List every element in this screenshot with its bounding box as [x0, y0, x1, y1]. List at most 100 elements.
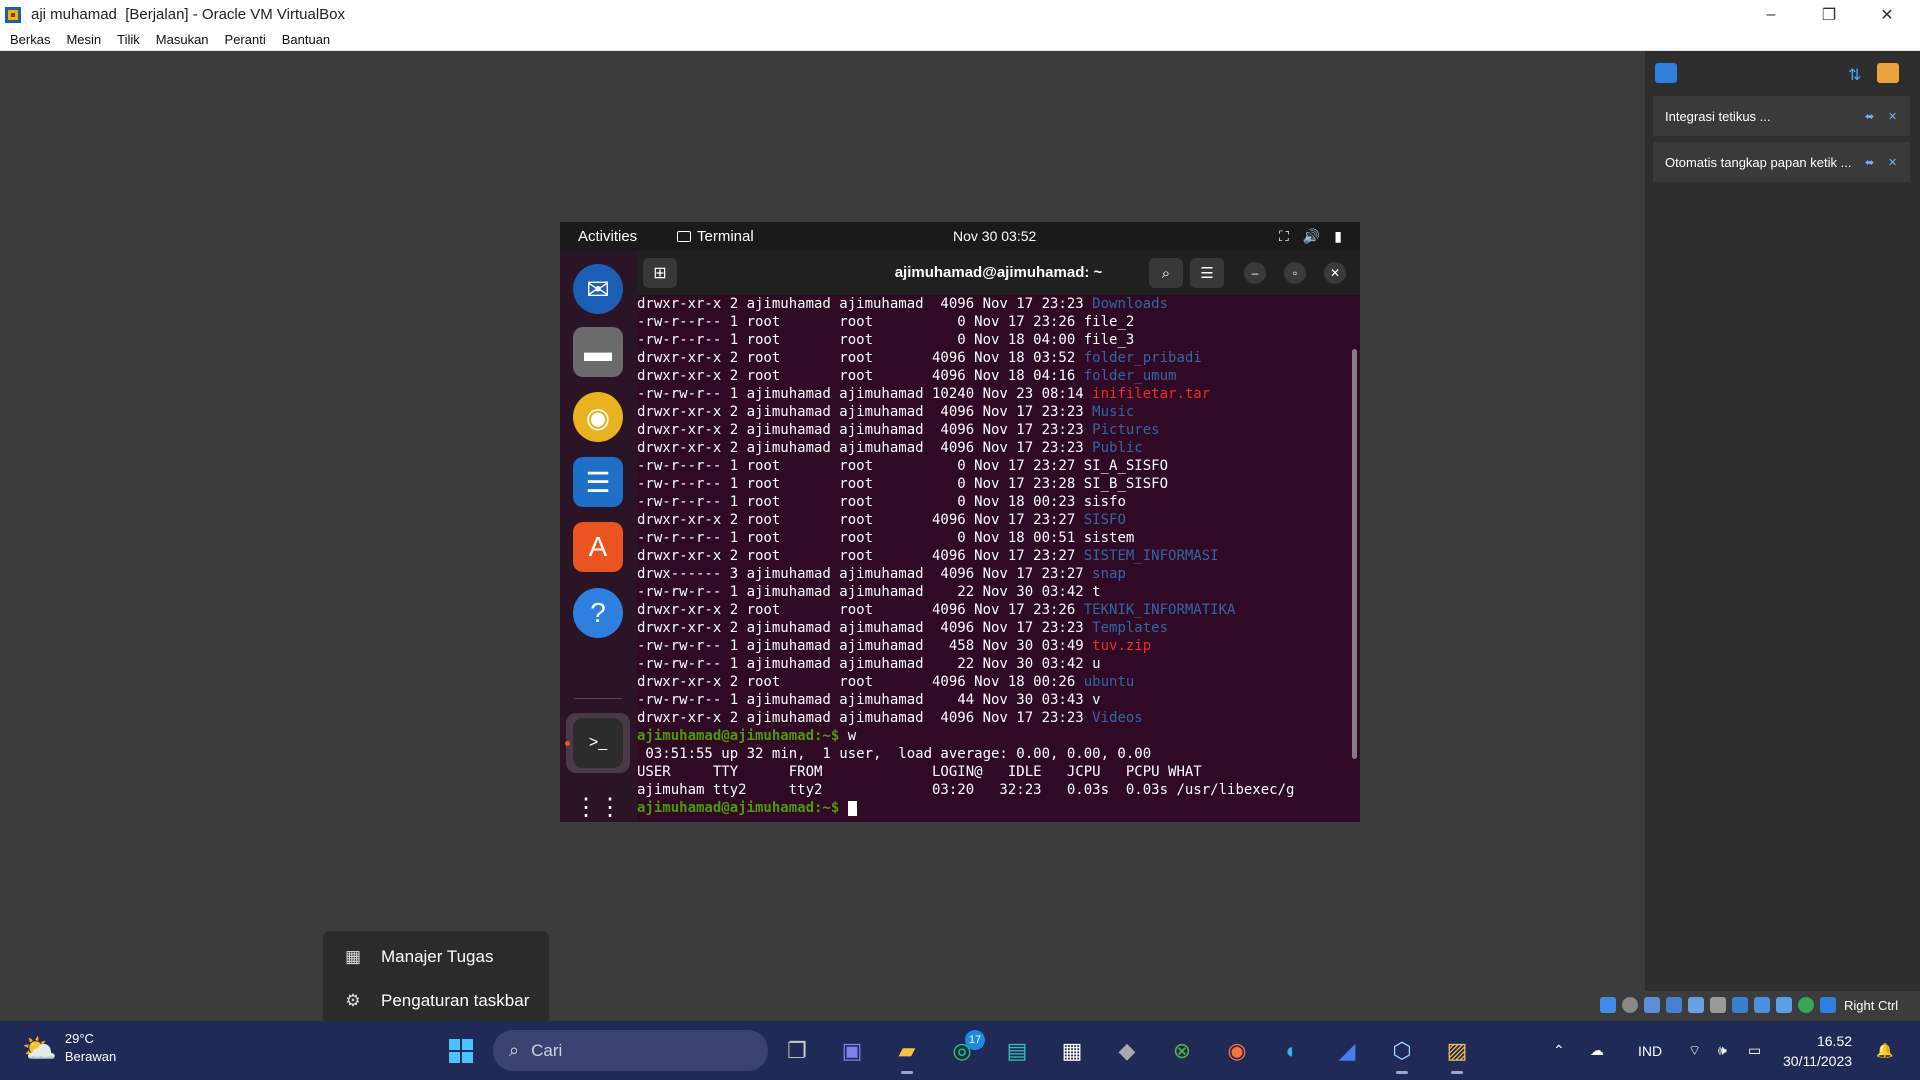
- virtualbox-vm-icon[interactable]: ▨: [1440, 1034, 1474, 1074]
- optical-drive-icon[interactable]: [1622, 997, 1638, 1013]
- clear-notifications-icon[interactable]: [1877, 63, 1899, 83]
- whatsapp-icon[interactable]: ◎ 17: [945, 1030, 985, 1068]
- file-explorer-icon[interactable]: ▰: [890, 1034, 924, 1074]
- wifi-icon[interactable]: ⌔: [1688, 1021, 1701, 1080]
- menu-mesin[interactable]: Mesin: [56, 32, 107, 47]
- shared-folders-icon[interactable]: [1710, 997, 1726, 1013]
- onedrive-icon[interactable]: ☁: [1590, 1021, 1604, 1080]
- pin-icon[interactable]: ⬌: [1865, 156, 1874, 169]
- taskbar-clock[interactable]: 16.52 30/11/2023: [1783, 1031, 1852, 1071]
- activities-button[interactable]: Activities: [578, 228, 637, 245]
- writer-icon[interactable]: ☰: [573, 457, 623, 507]
- volume-icon[interactable]: 🕪: [1718, 1021, 1727, 1080]
- search-box[interactable]: ⌕ Cari: [493, 1030, 768, 1071]
- window-title: aji muhamad [Berjalan] - Oracle VM Virtu…: [31, 6, 346, 23]
- help-icon[interactable]: ?: [573, 588, 623, 638]
- notification-center-icon[interactable]: [1655, 63, 1677, 83]
- minimize-terminal-button[interactable]: –: [1244, 262, 1266, 284]
- ls-row-attrs: drwxr-xr-x 2 root root 4096 Nov 18 00:26: [637, 674, 1084, 690]
- menu-button[interactable]: ☰: [1190, 258, 1224, 288]
- ls-row-attrs: -rw-rw-r-- 1 ajimuhamad ajimuhamad 458 N…: [637, 638, 1093, 654]
- cursor: [847, 800, 857, 816]
- host-key-icon[interactable]: [1820, 997, 1836, 1013]
- menu-berkas[interactable]: Berkas: [0, 32, 56, 47]
- dismiss-icon[interactable]: ✕: [1888, 156, 1897, 169]
- maximize-terminal-button[interactable]: ▫: [1284, 262, 1306, 284]
- terminal-output[interactable]: drwxr-xr-x 2 ajimuhamad ajimuhamad 4096 …: [637, 295, 1360, 822]
- app-icon[interactable]: ▤: [1000, 1034, 1034, 1068]
- microsoft-store-icon[interactable]: ▦: [1055, 1034, 1089, 1068]
- pin-icon[interactable]: ⬌: [1865, 110, 1874, 123]
- taskbar-context-menu: ▦ Manajer Tugas ⚙ Pengaturan taskbar: [322, 930, 550, 1026]
- ls-row-name: snap: [1092, 566, 1126, 582]
- ls-row-name: inifiletar.tar: [1092, 386, 1211, 402]
- ls-row-name: t: [1092, 584, 1101, 600]
- dismiss-icon[interactable]: ✕: [1888, 110, 1897, 123]
- ls-row-name: Public: [1092, 440, 1143, 456]
- ls-row-name: SI_B_SISFO: [1083, 476, 1169, 492]
- ls-listing: drwxr-xr-x 2 ajimuhamad ajimuhamad 4096 …: [637, 295, 1360, 727]
- menu-bantuan[interactable]: Bantuan: [272, 32, 336, 47]
- system-tray[interactable]: ⛶ 🔊 ▮: [1279, 228, 1342, 245]
- notification-bell-icon[interactable]: 🔔: [1876, 1021, 1893, 1080]
- thunderbird-icon[interactable]: ✉: [573, 264, 623, 314]
- xbox-icon[interactable]: ⊗: [1165, 1034, 1199, 1068]
- ls-row: -rw-r--r-- 1 root root 0 Nov 17 23:26 fi…: [637, 313, 1360, 331]
- ls-row: -rw-rw-r-- 1 ajimuhamad ajimuhamad 22 No…: [637, 655, 1360, 673]
- ubuntu-dock: ✉ ▬ ◉ ☰ A ? >_ ⋮⋮: [560, 251, 637, 822]
- language-indicator[interactable]: IND: [1638, 1021, 1662, 1080]
- cube-app-icon[interactable]: ◆: [1110, 1034, 1144, 1068]
- firefox-icon[interactable]: ◉: [1220, 1034, 1254, 1068]
- virtualbox-manager-icon[interactable]: ⬡: [1385, 1034, 1419, 1074]
- sort-icon[interactable]: ⇅: [1848, 65, 1866, 84]
- teams-chat-icon[interactable]: ▣: [835, 1034, 869, 1068]
- close-button[interactable]: ✕: [1858, 0, 1916, 29]
- notification-panel: ⇅ Integrasi tetikus ... ⬌ ✕ Otomatis tan…: [1645, 51, 1920, 991]
- start-button[interactable]: [444, 1034, 478, 1068]
- guest-additions-icon[interactable]: [1798, 997, 1814, 1013]
- restore-button[interactable]: ❐: [1800, 0, 1858, 29]
- app-menu[interactable]: Terminal: [677, 228, 754, 245]
- files-icon[interactable]: ▬: [573, 327, 623, 377]
- weather-widget[interactable]: ⛅ 29°C Berawan: [22, 1030, 116, 1066]
- close-terminal-button[interactable]: ✕: [1324, 262, 1346, 284]
- ls-row-name: v: [1092, 692, 1101, 708]
- menu-item-taskbar-settings[interactable]: ⚙ Pengaturan taskbar: [323, 979, 551, 1023]
- ls-row-attrs: drwxr-xr-x 2 root root 4096 Nov 17 23:27: [637, 548, 1084, 564]
- search-button[interactable]: ⌕: [1149, 258, 1183, 288]
- audio-icon[interactable]: [1644, 997, 1660, 1013]
- cpu-icon[interactable]: [1776, 997, 1792, 1013]
- terminal-scrollbar[interactable]: [1352, 349, 1357, 759]
- menu-peranti[interactable]: Peranti: [215, 32, 272, 47]
- terminal-dock-icon[interactable]: >_: [573, 718, 623, 768]
- show-hidden-icons[interactable]: ⌃: [1553, 1021, 1565, 1080]
- menu-masukan[interactable]: Masukan: [146, 32, 215, 47]
- show-apps-icon[interactable]: ⋮⋮: [573, 782, 623, 822]
- menu-tilik[interactable]: Tilik: [107, 32, 146, 47]
- battery-icon[interactable]: ▭: [1748, 1021, 1761, 1080]
- menu-item-task-manager[interactable]: ▦ Manajer Tugas: [323, 935, 551, 979]
- search-icon: ⌕: [509, 1040, 520, 1060]
- task-view-icon[interactable]: ❐: [780, 1034, 814, 1068]
- minimize-button[interactable]: –: [1742, 0, 1800, 29]
- ls-row-name: folder_pribadi: [1083, 350, 1202, 366]
- taskbar: ⛅ 29°C Berawan ⌕ Cari ❐ ▣ ▰ ◎ 17 ▤ ▦ ◆ ⊗ …: [0, 1021, 1920, 1080]
- ls-row-attrs: -rw-r--r-- 1 root root 0 Nov 18 00:51: [637, 530, 1084, 546]
- display-icon[interactable]: [1732, 997, 1748, 1013]
- hard-disk-icon[interactable]: [1600, 997, 1616, 1013]
- rhythmbox-icon[interactable]: ◉: [573, 392, 623, 442]
- edge-icon[interactable]: ◐: [1275, 1034, 1309, 1068]
- ls-row: drwxr-xr-x 2 root root 4096 Nov 18 00:26…: [637, 673, 1360, 691]
- ls-row: drwxr-xr-x 2 root root 4096 Nov 17 23:27…: [637, 511, 1360, 529]
- network-icon[interactable]: [1666, 997, 1682, 1013]
- topbar-clock[interactable]: Nov 30 03:52: [953, 228, 1036, 244]
- recording-icon[interactable]: [1754, 997, 1770, 1013]
- running-indicator: [1451, 1071, 1463, 1074]
- software-icon[interactable]: A: [573, 522, 623, 572]
- menu-item-label: Manajer Tugas: [381, 947, 494, 966]
- ls-row: drwxr-xr-x 2 root root 4096 Nov 17 23:27…: [637, 547, 1360, 565]
- notification-keyboard-capture[interactable]: Otomatis tangkap papan ketik ... ⬌ ✕: [1653, 142, 1910, 182]
- editor-app-icon[interactable]: ◢: [1330, 1034, 1364, 1068]
- notification-mouse-integration[interactable]: Integrasi tetikus ... ⬌ ✕: [1653, 96, 1910, 136]
- usb-icon[interactable]: [1688, 997, 1704, 1013]
